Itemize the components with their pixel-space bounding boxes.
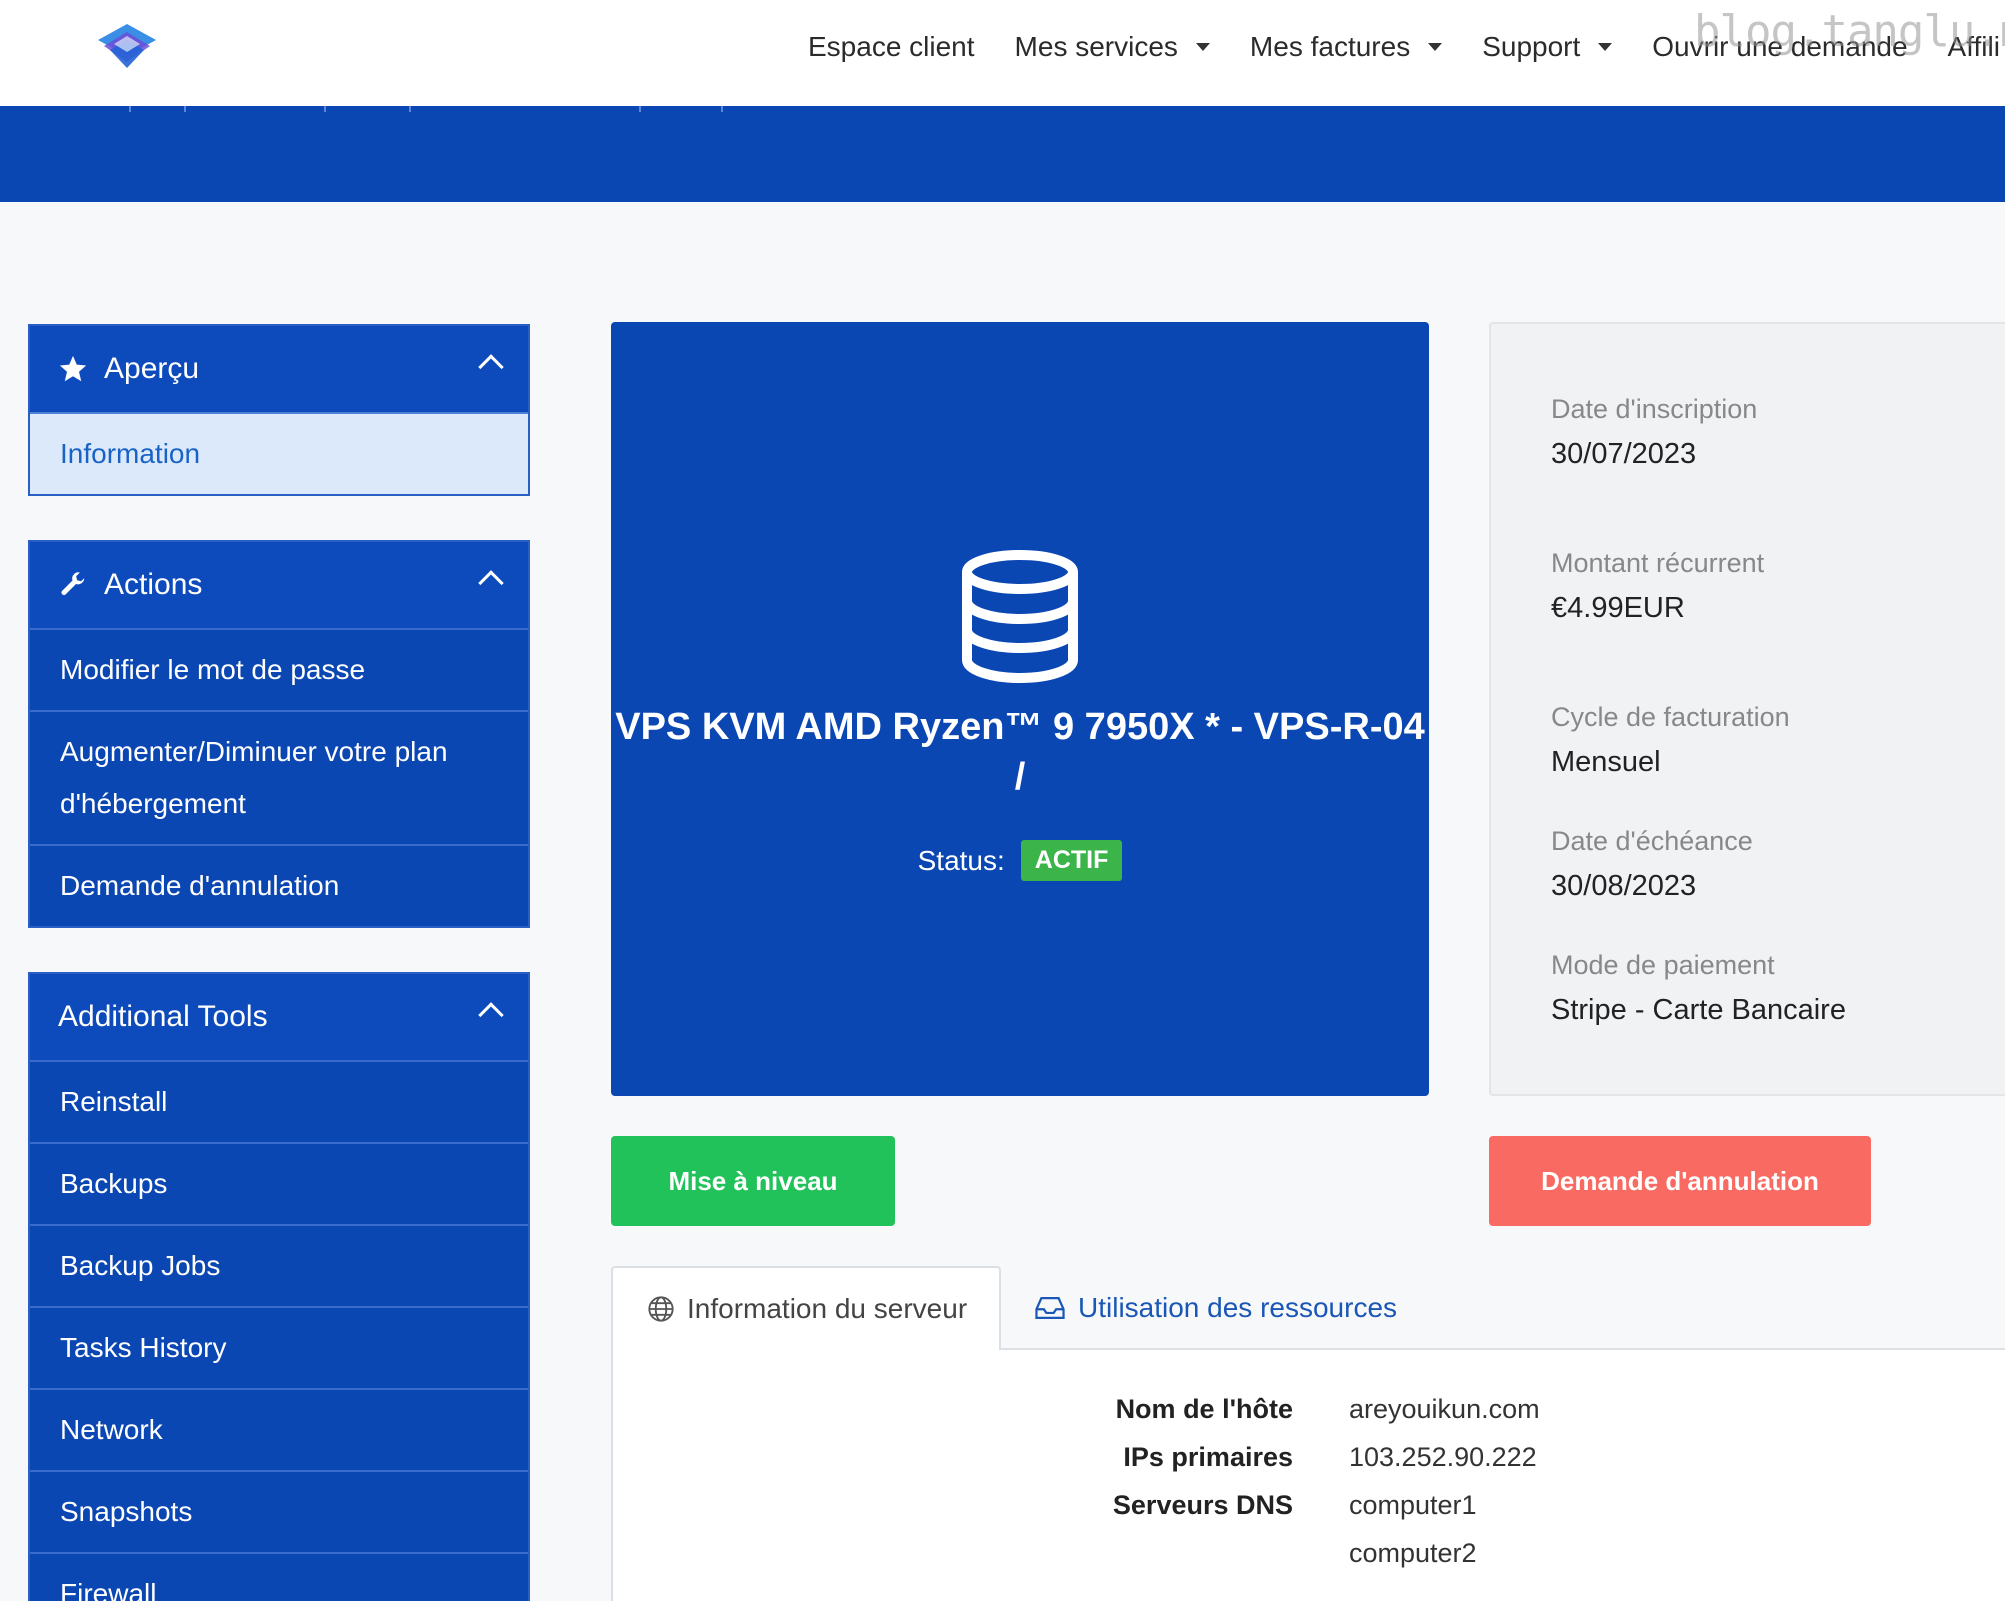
nav-support[interactable]: Support: [1482, 31, 1613, 63]
wrench-icon: [61, 572, 85, 595]
top-navbar: Espace client Mes services Mes factures …: [0, 0, 2005, 106]
tab-resource-usage[interactable]: Utilisation des ressources: [1034, 1266, 1397, 1350]
primary-ip-value: 103.252.90.222: [1349, 1442, 1537, 1472]
dns-server-2: computer2: [1349, 1538, 1477, 1568]
sidebar-item-cancel-request[interactable]: Demande d'annulation: [30, 844, 528, 926]
sidebar-item-upgrade-plan[interactable]: Augmenter/Diminuer votre plan d'hébergem…: [30, 710, 528, 844]
sidebar-item-information[interactable]: Information: [30, 412, 528, 494]
page-banner: [0, 106, 2005, 202]
caret-down-icon: [1428, 43, 1443, 51]
cancel-request-button[interactable]: Demande d'annulation: [1489, 1136, 1871, 1226]
brand-logo-icon[interactable]: [96, 22, 158, 70]
nav-mes-services[interactable]: Mes services: [1015, 31, 1210, 63]
caret-down-icon: [1598, 43, 1613, 51]
sidebar-item-backup-jobs[interactable]: Backup Jobs: [30, 1224, 528, 1306]
dns-servers-label: Serveurs DNS: [1112, 1490, 1293, 1520]
billing-info-card: Date d'inscription 30/07/2023 Montant ré…: [1489, 322, 2005, 1096]
sidebar-item-change-password[interactable]: Modifier le mot de passe: [30, 628, 528, 710]
product-card: VPS KVM AMD Ryzen™ 9 7950X * - VPS-R-04 …: [611, 322, 1429, 1096]
nav-espace-client[interactable]: Espace client: [808, 31, 975, 63]
status-label: Status:: [917, 844, 1005, 876]
status-badge: ACTIF: [1020, 840, 1123, 881]
billing-cycle-value: Mensuel: [1551, 746, 1661, 778]
watermark-text: blog.tanglu.me: [1694, 6, 2005, 57]
overview-panel-header[interactable]: Aperçu: [30, 326, 528, 412]
sidebar-item-network[interactable]: Network: [30, 1388, 528, 1470]
payment-method-label: Mode de paiement: [1551, 950, 1775, 980]
status-line: Status: ACTIF: [611, 840, 1429, 881]
recurring-amount-value: €4.99EUR: [1551, 592, 1685, 624]
recurring-amount-label: Montant récurrent: [1551, 548, 1765, 578]
caret-down-icon: [1195, 43, 1210, 51]
sidebar-item-reinstall[interactable]: Reinstall: [30, 1060, 528, 1142]
sidebar-tools-panel: Additional Tools Reinstall Backups Backu…: [28, 972, 530, 1601]
database-icon: [962, 550, 1078, 684]
server-info-panel: Nom de l'hôte IPs primaires Serveurs DNS…: [611, 1350, 2005, 1601]
globe-icon: [648, 1296, 674, 1322]
chevron-up-icon[interactable]: [478, 570, 504, 596]
hostname-label: Nom de l'hôte: [1115, 1394, 1293, 1424]
sidebar-item-tasks-history[interactable]: Tasks History: [30, 1306, 528, 1388]
primary-ip-label: IPs primaires: [1123, 1442, 1293, 1472]
upgrade-button[interactable]: Mise à niveau: [611, 1136, 895, 1226]
actions-panel-header[interactable]: Actions: [30, 542, 528, 628]
due-date-value: 30/08/2023: [1551, 870, 1697, 902]
sidebar-actions-panel: Actions Modifier le mot de passe Augment…: [28, 540, 530, 928]
signup-date-value: 30/07/2023: [1551, 438, 1697, 470]
payment-method-value: Stripe - Carte Bancaire: [1551, 994, 1846, 1026]
dns-server-1: computer1: [1349, 1490, 1477, 1520]
billing-cycle-label: Cycle de facturation: [1551, 702, 1790, 732]
inbox-icon: [1035, 1297, 1065, 1319]
tab-server-info[interactable]: Information du serveur: [611, 1266, 1001, 1350]
sidebar-item-snapshots[interactable]: Snapshots: [30, 1470, 528, 1552]
breadcrumb-separators: [129, 106, 723, 112]
sidebar-overview-panel: Aperçu Information: [28, 324, 530, 496]
chevron-up-icon[interactable]: [478, 1002, 504, 1028]
signup-date-label: Date d'inscription: [1551, 394, 1758, 424]
star-icon: [59, 355, 87, 382]
sidebar-item-firewall[interactable]: Firewall: [30, 1552, 528, 1601]
product-title: VPS KVM AMD Ryzen™ 9 7950X * - VPS-R-04 …: [615, 706, 1425, 798]
server-labels-column: Nom de l'hôte IPs primaires Serveurs DNS: [613, 1350, 1293, 1601]
hostname-value: areyouikun.com: [1349, 1394, 1540, 1424]
tools-panel-header[interactable]: Additional Tools: [30, 974, 528, 1060]
nav-mes-factures[interactable]: Mes factures: [1250, 31, 1443, 63]
chevron-up-icon[interactable]: [478, 354, 504, 380]
sidebar-item-backups[interactable]: Backups: [30, 1142, 528, 1224]
due-date-label: Date d'échéance: [1551, 826, 1753, 856]
